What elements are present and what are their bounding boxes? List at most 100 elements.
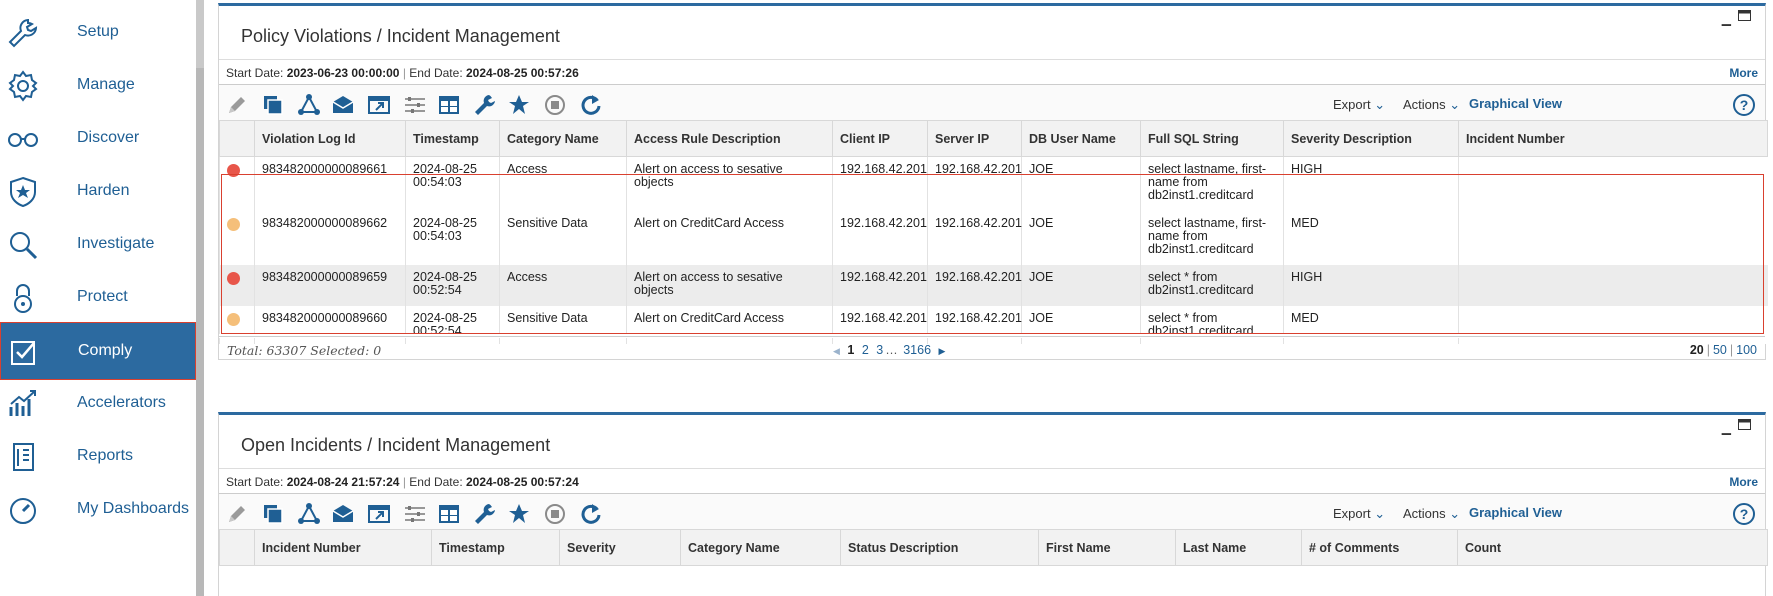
select-column-header[interactable]	[219, 529, 255, 566]
export-dropdown[interactable]: Export ⌄	[1333, 506, 1385, 522]
open-incidents-panel: Open Incidents / Incident Management ▁ S…	[218, 412, 1768, 596]
sidebar-item-label: Investigate	[77, 235, 155, 252]
column-header[interactable]: Access Rule Description	[626, 120, 833, 157]
start-date-value[interactable]: 2024-08-24 21:57:24	[287, 475, 400, 489]
start-date-value[interactable]: 2023-06-23 00:00:00	[287, 66, 400, 80]
cell-sql: select lastname, first-name from db2inst…	[1140, 156, 1284, 211]
column-header[interactable]: Incident Number	[1458, 120, 1768, 157]
sidebar-item-comply[interactable]: Comply	[0, 322, 196, 380]
refresh-icon[interactable]	[579, 93, 603, 117]
toolbar: Export ⌄ Actions ⌄ Graphical View ?	[219, 493, 1765, 533]
network-icon[interactable]	[297, 93, 321, 117]
column-header[interactable]: Severity	[559, 529, 681, 566]
sidebar-scrollbar[interactable]	[196, 0, 204, 596]
cell-server-ip: 192.168.42.201	[927, 156, 1022, 211]
select-column-header[interactable]	[219, 120, 255, 157]
end-date-value[interactable]: 2024-08-25 00:57:26	[466, 66, 579, 80]
pencil-icon[interactable]	[225, 93, 249, 117]
sidebar-item-harden[interactable]: Harden	[0, 163, 196, 221]
sliders-icon[interactable]	[403, 502, 427, 526]
column-header[interactable]: Timestamp	[405, 120, 500, 157]
column-header[interactable]: Count	[1457, 529, 1768, 566]
sidebar-item-reports[interactable]: Reports	[0, 428, 196, 486]
sidebar-item-setup[interactable]: Setup	[0, 4, 196, 62]
minimize-icon[interactable]: ▁	[1722, 12, 1731, 26]
sidebar-item-protect[interactable]: Protect	[0, 269, 196, 327]
columns-icon[interactable]	[437, 93, 461, 117]
column-header[interactable]: # of Comments	[1301, 529, 1458, 566]
more-link[interactable]: More	[1729, 475, 1758, 489]
network-icon[interactable]	[297, 502, 321, 526]
gauge-icon	[6, 493, 40, 527]
mail-icon[interactable]	[331, 93, 355, 117]
severity-dot	[227, 164, 240, 177]
cell-db-user: JOE	[1021, 210, 1141, 265]
graphical-view-link[interactable]: Graphical View	[1469, 505, 1562, 520]
sidebar-item-my-dashboards[interactable]: My Dashboards	[0, 481, 196, 539]
sidebar-item-manage[interactable]: Manage	[0, 57, 196, 115]
prev-page-icon[interactable]: ◀	[833, 346, 840, 356]
cell-category: Access	[499, 264, 627, 306]
sidebar-item-discover[interactable]: Discover	[0, 110, 196, 168]
stop-icon[interactable]	[543, 502, 567, 526]
column-header[interactable]: Violation Log Id	[254, 120, 406, 157]
column-header[interactable]: Last Name	[1175, 529, 1302, 566]
maximize-icon[interactable]	[1738, 10, 1751, 24]
mail-icon[interactable]	[331, 502, 355, 526]
page-link-last[interactable]: 3166	[903, 343, 931, 357]
table-header-row: Violation Log Id Timestamp Category Name…	[219, 120, 1768, 157]
graphical-view-link[interactable]: Graphical View	[1469, 96, 1562, 111]
export-dropdown[interactable]: Export ⌄	[1333, 97, 1385, 113]
page-link-3[interactable]: 3	[876, 343, 883, 357]
toolbar: Export ⌄ Actions ⌄ Graphical View ?	[219, 84, 1765, 124]
external-window-icon[interactable]	[367, 93, 391, 117]
next-page-icon[interactable]: ▶	[939, 346, 946, 356]
sliders-icon[interactable]	[403, 93, 427, 117]
help-icon[interactable]: ?	[1733, 94, 1755, 116]
column-header[interactable]: First Name	[1038, 529, 1176, 566]
end-date-value[interactable]: 2024-08-25 00:57:24	[466, 475, 579, 489]
page-size-20[interactable]: 20	[1690, 343, 1704, 357]
maximize-icon[interactable]	[1738, 419, 1751, 433]
table-row[interactable]: 983482000000089662 2024-08-25 00:54:03 S…	[219, 210, 1768, 265]
actions-dropdown[interactable]: Actions ⌄	[1403, 506, 1460, 522]
wrench-tool-icon[interactable]	[473, 502, 497, 526]
copy-icon[interactable]	[261, 93, 285, 117]
table-row[interactable]: 983482000000089661 2024-08-25 00:54:03 A…	[219, 156, 1768, 211]
sidebar-item-investigate[interactable]: Investigate	[0, 216, 196, 274]
pencil-icon[interactable]	[225, 502, 249, 526]
help-icon[interactable]: ?	[1733, 503, 1755, 525]
page-link-1[interactable]: 1	[847, 343, 854, 357]
column-header[interactable]: Server IP	[927, 120, 1022, 157]
sidebar-item-accelerators[interactable]: Accelerators	[0, 375, 196, 433]
stop-icon[interactable]	[543, 93, 567, 117]
more-link[interactable]: More	[1729, 66, 1758, 80]
column-header[interactable]: DB User Name	[1021, 120, 1141, 157]
column-header[interactable]: Full SQL String	[1140, 120, 1284, 157]
column-header[interactable]: Incident Number	[254, 529, 432, 566]
star-icon[interactable]	[507, 502, 531, 526]
column-header[interactable]: Status Description	[840, 529, 1039, 566]
page-size-100[interactable]: 100	[1736, 343, 1757, 357]
column-header[interactable]: Severity Description	[1283, 120, 1459, 157]
columns-icon[interactable]	[437, 502, 461, 526]
padlock-icon	[6, 281, 40, 315]
minimize-icon[interactable]: ▁	[1722, 421, 1731, 435]
sidebar-item-label: Discover	[77, 129, 140, 146]
external-window-icon[interactable]	[367, 502, 391, 526]
refresh-icon[interactable]	[579, 502, 603, 526]
report-icon	[6, 440, 40, 474]
column-header[interactable]: Client IP	[832, 120, 928, 157]
column-header[interactable]: Category Name	[680, 529, 841, 566]
star-icon[interactable]	[507, 93, 531, 117]
actions-dropdown[interactable]: Actions ⌄	[1403, 97, 1460, 113]
sidebar-scroll-thumb[interactable]	[196, 0, 204, 68]
column-header[interactable]: Timestamp	[431, 529, 560, 566]
table-row[interactable]: 983482000000089659 2024-08-25 00:52:54 A…	[219, 264, 1768, 306]
column-header[interactable]: Category Name	[499, 120, 627, 157]
wrench-tool-icon[interactable]	[473, 93, 497, 117]
page-size-50[interactable]: 50	[1713, 343, 1727, 357]
violations-table: Violation Log Id Timestamp Category Name…	[219, 120, 1768, 344]
copy-icon[interactable]	[261, 502, 285, 526]
page-link-2[interactable]: 2	[862, 343, 869, 357]
